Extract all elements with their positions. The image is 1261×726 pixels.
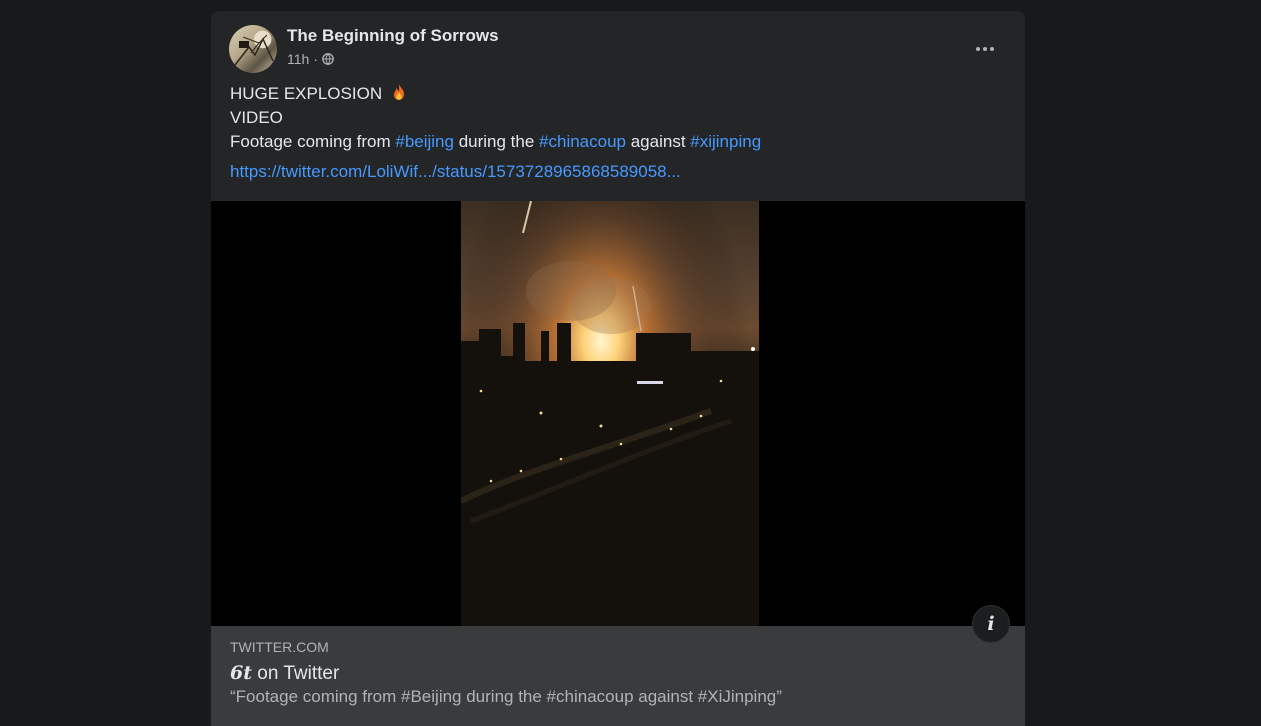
post-card: The Beginning of Sorrows 11h · HUGE EXPL…: [211, 11, 1025, 726]
link-preview-description: “Footage coming from #Beijing during the…: [230, 687, 782, 706]
more-options-button[interactable]: [967, 31, 1003, 67]
post-text-line-1: HUGE EXPLOSION: [230, 82, 1007, 106]
video-frame: [461, 201, 759, 626]
globe-icon[interactable]: [322, 53, 334, 65]
fire-icon: [393, 84, 404, 100]
headline-text: HUGE EXPLOSION: [230, 84, 383, 103]
post-text-line-2: VIDEO: [230, 108, 283, 127]
explosion-scene-image: [461, 201, 759, 626]
post-text: HUGE EXPLOSION VIDEO Footage coming from…: [230, 82, 1007, 154]
avatar[interactable]: [229, 25, 277, 73]
post-link-url[interactable]: https://twitter.com/LoliWif.../status/15…: [230, 162, 681, 182]
post-text-line-3: Footage coming from #beijing during the …: [230, 132, 762, 151]
avatar-image-icon: [234, 34, 274, 66]
more-horizontal-icon: [976, 47, 980, 51]
link-preview-domain: TWITTER.COM: [230, 639, 329, 655]
info-icon: i: [987, 613, 995, 635]
post-header: The Beginning of Sorrows 11h ·: [229, 25, 1007, 75]
post-timestamp[interactable]: 11h: [287, 51, 309, 67]
video-thumbnail[interactable]: [211, 201, 1025, 626]
hashtag-link[interactable]: #xijinping: [690, 132, 761, 151]
info-button[interactable]: i: [973, 606, 1009, 642]
link-preview-title: 6t on Twitter: [230, 662, 340, 684]
hashtag-link[interactable]: #beijing: [395, 132, 454, 151]
author-name[interactable]: The Beginning of Sorrows: [287, 26, 499, 46]
meta-separator: ·: [313, 51, 318, 67]
post-meta: 11h ·: [287, 51, 334, 67]
hashtag-link[interactable]: #chinacoup: [539, 132, 626, 151]
link-preview-card[interactable]: TWITTER.COM 6t on Twitter “Footage comin…: [211, 626, 1025, 726]
